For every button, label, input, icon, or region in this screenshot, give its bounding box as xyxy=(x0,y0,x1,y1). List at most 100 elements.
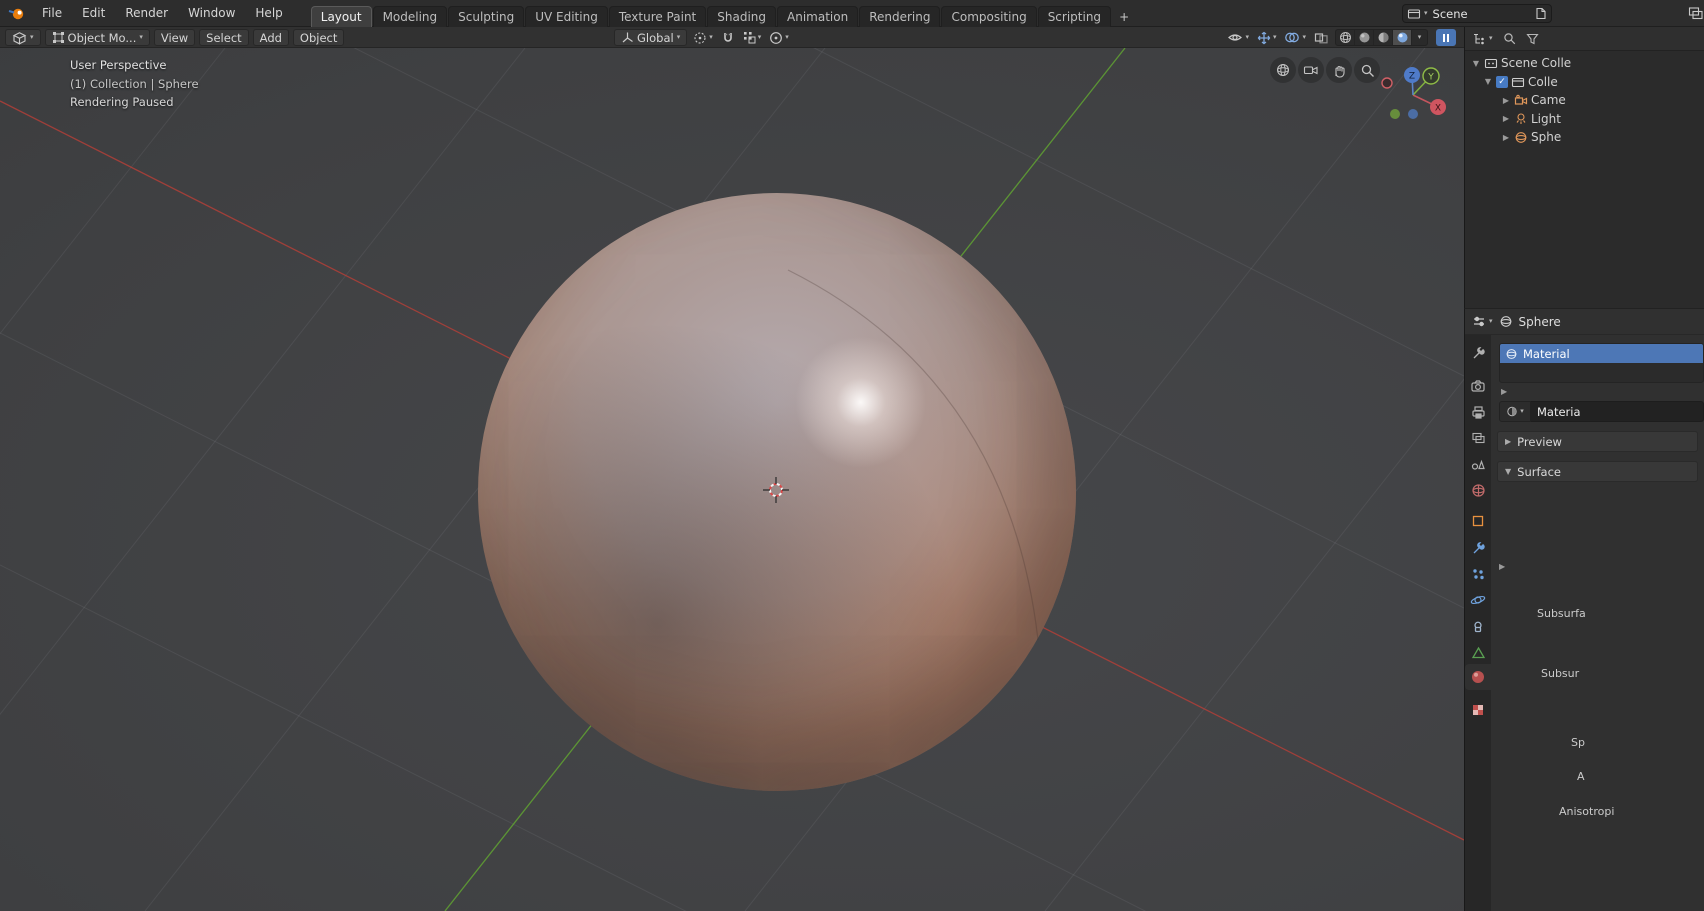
menu-object[interactable]: Object xyxy=(293,29,344,46)
snap-settings-selector[interactable]: ▾ xyxy=(741,29,764,46)
tab-scripting[interactable]: Scripting xyxy=(1038,6,1111,27)
snap-toggle[interactable] xyxy=(719,29,737,46)
tab-compositing[interactable]: Compositing xyxy=(941,6,1036,27)
tab-tool[interactable] xyxy=(1465,340,1491,366)
pan-view-button[interactable] xyxy=(1326,57,1352,83)
expand-icon[interactable]: ▶ xyxy=(1501,96,1511,105)
tab-material[interactable] xyxy=(1465,664,1491,690)
outliner-row-scene-collection[interactable]: ▼ Scene Colle xyxy=(1465,54,1704,73)
add-workspace-button[interactable]: + xyxy=(1112,6,1136,27)
tab-modifiers[interactable] xyxy=(1465,535,1491,561)
filter-icon[interactable] xyxy=(1526,33,1539,45)
outliner-row-collection[interactable]: ▼ ✓ Colle xyxy=(1465,73,1704,92)
collapse-icon[interactable]: ▼ xyxy=(1471,59,1481,68)
viewport-header: ▾ Object Mo... ▾ View Select Add Object … xyxy=(0,27,1464,48)
toggle-perspective-button[interactable] xyxy=(1270,57,1296,83)
tab-world[interactable] xyxy=(1465,477,1491,503)
shading-rendered-button[interactable] xyxy=(1393,29,1412,46)
expand-icon[interactable]: ▶ xyxy=(1501,114,1511,123)
tab-texture[interactable] xyxy=(1465,697,1491,723)
material-slot-empty[interactable] xyxy=(1500,363,1703,382)
tab-object[interactable] xyxy=(1465,508,1491,534)
blender-logo-icon[interactable] xyxy=(8,6,26,20)
tab-uv-editing[interactable]: UV Editing xyxy=(525,6,608,27)
xray-toggle[interactable] xyxy=(1312,29,1331,46)
tab-sculpting[interactable]: Sculpting xyxy=(448,6,524,27)
zoom-view-button[interactable] xyxy=(1354,57,1380,83)
outliner-row-camera[interactable]: ▶ Came xyxy=(1465,91,1704,110)
panel-surface[interactable]: ▼ Surface xyxy=(1497,461,1698,482)
properties-panel: ▾ Sphere Material xyxy=(1464,308,1704,911)
new-scene-icon[interactable] xyxy=(1535,7,1547,20)
collapse-icon[interactable]: ▼ xyxy=(1483,77,1493,86)
tab-rendering[interactable]: Rendering xyxy=(859,6,940,27)
tab-shading[interactable]: Shading xyxy=(707,6,776,27)
rendered-sphere-icon xyxy=(1396,31,1409,44)
outliner-editor-selector[interactable]: ▾ xyxy=(1472,32,1493,45)
tab-layout[interactable]: Layout xyxy=(311,6,372,27)
pivot-point-selector[interactable]: ▾ xyxy=(691,29,715,46)
shading-options-selector[interactable]: ▾ xyxy=(1412,29,1427,46)
menu-select[interactable]: Select xyxy=(199,29,248,46)
collection-checkbox[interactable]: ✓ xyxy=(1496,76,1508,88)
tab-constraints[interactable] xyxy=(1465,613,1491,639)
tab-scene[interactable] xyxy=(1465,450,1491,476)
render-pause-button[interactable] xyxy=(1436,29,1456,46)
tab-object-data[interactable] xyxy=(1465,639,1491,665)
material-properties: Material ▶ ▾ Materia ▶ Preview ▼ Surface xyxy=(1491,335,1704,911)
shading-solid-button[interactable] xyxy=(1355,29,1374,46)
show-gizmo-toggle[interactable]: ▾ xyxy=(1255,29,1279,46)
panel-preview[interactable]: ▶ Preview xyxy=(1497,431,1698,452)
expand-icon[interactable]: ▶ xyxy=(1501,133,1511,142)
chevron-down-icon: ▾ xyxy=(139,34,143,41)
tab-view-layer[interactable] xyxy=(1465,425,1491,451)
transform-orientation-selector[interactable]: Global ▾ xyxy=(614,29,687,46)
chevron-down-icon: ▾ xyxy=(1489,35,1493,42)
tab-animation[interactable]: Animation xyxy=(777,6,858,27)
shading-wireframe-button[interactable] xyxy=(1336,29,1355,46)
gizmo-neg-x-ball[interactable] xyxy=(1382,78,1392,88)
tab-render[interactable] xyxy=(1465,373,1491,399)
slot-list-expand-icon[interactable]: ▶ xyxy=(1501,387,1704,396)
proportional-editing-toggle[interactable]: ▾ xyxy=(767,29,791,46)
menu-file[interactable]: File xyxy=(32,3,72,23)
outliner-item-label: Light xyxy=(1531,112,1561,126)
tab-particles[interactable] xyxy=(1465,561,1491,587)
menu-add[interactable]: Add xyxy=(253,29,289,46)
menu-view[interactable]: View xyxy=(154,29,195,46)
properties-editor-selector[interactable]: ▾ xyxy=(1472,315,1493,328)
gizmo-x-label: X xyxy=(1435,104,1441,114)
material-sphere-icon xyxy=(1377,31,1390,44)
menu-render[interactable]: Render xyxy=(115,3,178,23)
tab-physics[interactable] xyxy=(1465,587,1491,613)
viewport-3d[interactable]: User Perspective (1) Collection | Sphere… xyxy=(0,48,1464,911)
mode-selector[interactable]: Object Mo... ▾ xyxy=(45,29,150,46)
panel-surface-label: Surface xyxy=(1517,465,1561,479)
camera-view-button[interactable] xyxy=(1298,57,1324,83)
material-name-field[interactable]: Materia xyxy=(1531,401,1704,422)
editor-type-button[interactable]: ▾ xyxy=(5,29,41,46)
show-overlays-toggle[interactable]: ▾ xyxy=(1282,29,1308,46)
material-slot-item[interactable]: Material xyxy=(1500,344,1703,363)
view-layer-icon[interactable] xyxy=(1688,6,1704,21)
tab-texture-paint[interactable]: Texture Paint xyxy=(609,6,706,27)
shading-material-button[interactable] xyxy=(1374,29,1393,46)
search-icon[interactable] xyxy=(1503,32,1516,45)
menu-window[interactable]: Window xyxy=(178,3,245,23)
xray-icon xyxy=(1314,31,1329,45)
browse-material-button[interactable]: ▾ xyxy=(1499,401,1531,422)
outliner-row-light[interactable]: ▶ Light xyxy=(1465,110,1704,129)
tab-modeling[interactable]: Modeling xyxy=(373,6,448,27)
surface-expand-icon[interactable]: ▶ xyxy=(1499,562,1505,571)
gizmo-neg-z-ball[interactable] xyxy=(1408,109,1418,119)
gizmo-neg-y-ball[interactable] xyxy=(1390,109,1400,119)
surface-prop-label-a: A xyxy=(1577,770,1585,783)
navigation-gizmo[interactable]: Z Y X xyxy=(1379,61,1447,129)
menu-help[interactable]: Help xyxy=(245,3,292,23)
tab-output[interactable] xyxy=(1465,399,1491,425)
menu-edit[interactable]: Edit xyxy=(72,3,115,23)
visibility-filter-selector[interactable]: ▾ xyxy=(1225,29,1251,46)
material-slot-list: Material xyxy=(1499,343,1704,383)
outliner-row-sphere[interactable]: ▶ Sphe xyxy=(1465,128,1704,147)
scene-selector[interactable]: ▾ Scene xyxy=(1402,4,1552,23)
